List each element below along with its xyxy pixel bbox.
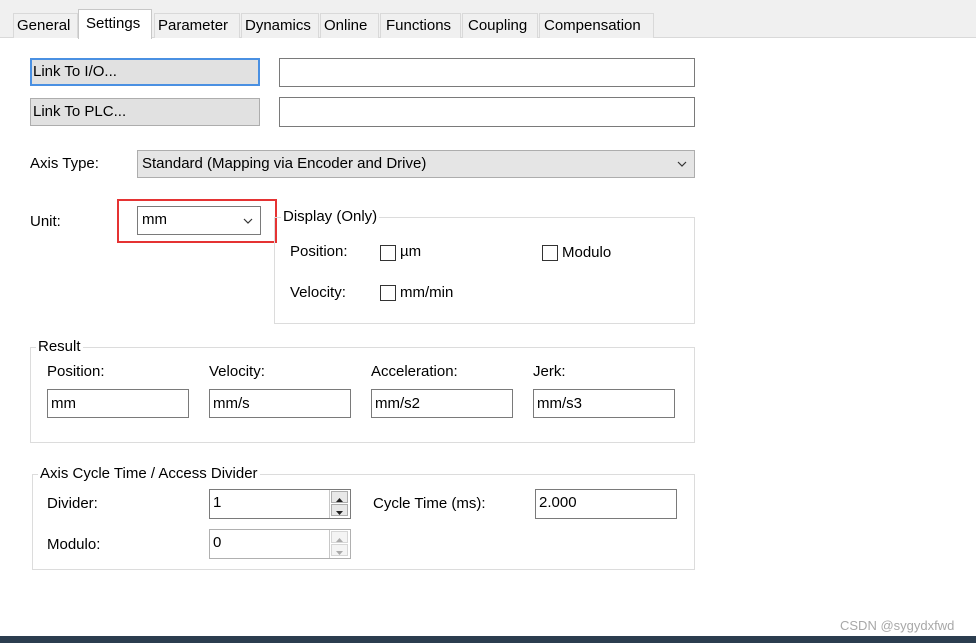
- display-velocity-checkbox[interactable]: [380, 285, 396, 301]
- divider-spinner[interactable]: [329, 490, 349, 518]
- link-to-io-button[interactable]: Link To I/O...: [30, 58, 260, 86]
- divider-label: Divider:: [47, 495, 98, 512]
- chevron-down-icon: [677, 161, 687, 167]
- result-jerk-label: Jerk:: [533, 363, 566, 380]
- axis-type-value: Standard (Mapping via Encoder and Drive): [142, 155, 427, 172]
- result-jerk-field[interactable]: mm/s3: [533, 389, 675, 418]
- display-position-label: Position:: [290, 243, 348, 260]
- result-acceleration-label: Acceleration:: [371, 363, 458, 380]
- display-position-option: µm: [400, 243, 422, 260]
- display-velocity-label: Velocity:: [290, 284, 346, 301]
- spin-down-icon[interactable]: [331, 504, 348, 516]
- tab-parameter[interactable]: Parameter: [154, 13, 240, 38]
- display-position-checkbox[interactable]: [380, 245, 396, 261]
- cycle-group-title: Axis Cycle Time / Access Divider: [38, 465, 260, 482]
- spin-up-icon[interactable]: [331, 531, 348, 543]
- link-to-plc-button[interactable]: Link To PLC...: [30, 98, 260, 126]
- divider-value: 1: [213, 494, 222, 511]
- tab-functions[interactable]: Functions: [380, 13, 461, 38]
- unit-label: Unit:: [30, 213, 61, 230]
- result-position-field[interactable]: mm: [47, 389, 189, 418]
- spin-up-icon[interactable]: [331, 491, 348, 503]
- tab-online[interactable]: Online: [320, 13, 379, 38]
- tab-general[interactable]: General: [13, 13, 78, 38]
- tab-settings[interactable]: Settings: [78, 9, 152, 39]
- result-velocity-label: Velocity:: [209, 363, 265, 380]
- modulo-label: Modulo: [562, 244, 612, 261]
- result-velocity-field[interactable]: mm/s: [209, 389, 351, 418]
- cycle-time-label: Cycle Time (ms):: [373, 495, 486, 512]
- link-io-field[interactable]: [279, 58, 695, 87]
- unit-select[interactable]: mm: [137, 206, 261, 235]
- result-position-label: Position:: [47, 363, 105, 380]
- result-group-title: Result: [36, 338, 83, 355]
- modulo-divider-label: Modulo:: [47, 536, 101, 553]
- unit-value: mm: [142, 211, 167, 228]
- tab-compensation[interactable]: Compensation: [539, 13, 654, 38]
- tab-dynamics[interactable]: Dynamics: [241, 13, 319, 38]
- display-velocity-option: mm/min: [400, 284, 454, 301]
- display-group-title: Display (Only): [281, 208, 380, 225]
- modulo-value: 0: [213, 534, 222, 551]
- result-acceleration-field[interactable]: mm/s2: [371, 389, 513, 418]
- chevron-down-icon: [243, 218, 253, 224]
- tab-coupling[interactable]: Coupling: [462, 13, 538, 38]
- spin-down-icon[interactable]: [331, 544, 348, 556]
- link-plc-field[interactable]: [279, 97, 695, 127]
- cycle-time-field[interactable]: 2.000: [535, 489, 677, 519]
- modulo-spinner[interactable]: [329, 530, 349, 558]
- axis-type-select[interactable]: Standard (Mapping via Encoder and Drive): [137, 150, 695, 178]
- watermark: CSDN @sygydxfwd: [840, 618, 955, 633]
- axis-type-label: Axis Type:: [30, 155, 99, 172]
- bottom-bar: [0, 636, 976, 643]
- display-group: [274, 217, 695, 324]
- modulo-checkbox[interactable]: [542, 245, 558, 261]
